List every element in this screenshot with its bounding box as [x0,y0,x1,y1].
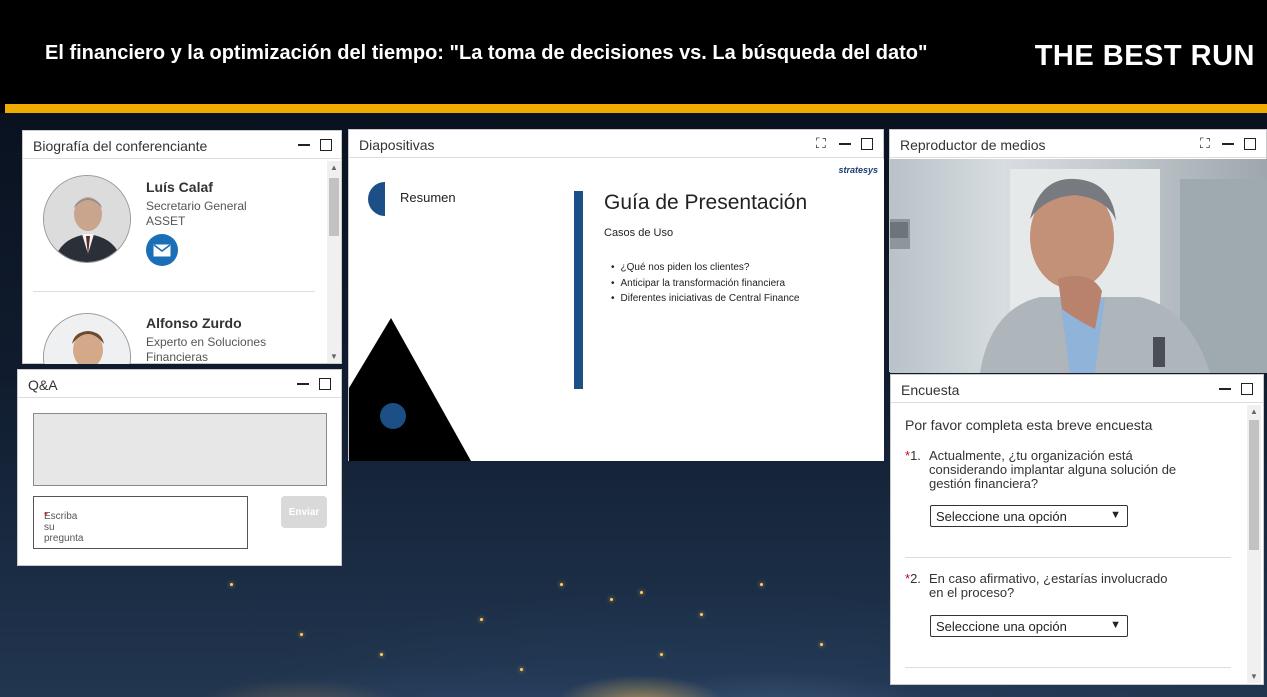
chevron-down-icon: ▼ [1110,509,1121,521]
accent-bar [5,104,1267,113]
maximize-icon[interactable] [319,378,331,390]
scroll-thumb[interactable] [1249,420,1259,550]
email-button[interactable] [146,234,178,266]
brand-logo: THE BEST RUN [1034,40,1255,72]
panel-header: Diapositivas ⛶ [349,130,883,158]
stratesys-logo: stratesys [838,165,878,175]
speaker-bio-panel: Biografía del conferenciante Luís Calaf … [22,130,342,364]
panel-header: Biografía del conferenciante [23,131,341,159]
slide-subheading: Casos de Uso [604,227,674,239]
survey-intro: Por favor completa esta breve encuesta [905,417,1153,433]
qa-messages-area [33,413,327,486]
slide-heading: Guía de Presentación [604,191,808,214]
panel-title: Q&A [28,377,58,393]
question-number: *2. [905,571,921,586]
speaker-list: Luís Calaf Secretario General ASSET Alfo… [33,161,327,364]
scroll-thumb[interactable] [329,178,339,236]
divider [33,291,315,292]
minimize-icon[interactable] [838,136,852,150]
panel-title: Biografía del conferenciante [33,138,208,154]
slide-accent-bar [574,191,583,389]
list-item: Anticipar la transformación financiera [611,276,800,292]
event-header: El financiero y la optimización del tiem… [0,0,1267,104]
speaker-role-line: Experto en Soluciones [146,335,267,349]
minimize-icon[interactable] [297,137,311,151]
send-button[interactable]: Enviar [281,496,327,528]
event-title: El financiero y la optimización del tiem… [45,42,928,64]
speaker-item: Alfonso Zurdo Experto en Soluciones Fina… [33,297,327,364]
question-input[interactable]: Escriba su pregunta * [33,496,248,549]
scroll-down-icon[interactable]: ▼ [1250,672,1258,681]
panel-title: Diapositivas [359,137,435,153]
list-item: ¿Qué nos piden los clientes? [611,260,800,276]
list-item: Diferentes iniciativas de Central Financ… [611,291,800,307]
half-circle-shape [368,182,385,216]
slide-summary-label: Resumen [400,190,456,205]
maximize-icon[interactable] [1241,383,1253,395]
maximize-icon[interactable] [861,138,873,150]
speaker-role-line: ASSET [146,214,186,228]
qa-panel: Q&A Escriba su pregunta * Enviar [17,369,342,566]
fullscreen-icon[interactable]: ⛶ [816,136,830,150]
question-2-select[interactable]: Seleccione una opción ▼ [930,615,1128,637]
panel-header: Reproductor de medios ⛶ [890,130,1266,158]
speaker-role-line: Financieras [146,350,209,364]
survey-panel: Encuesta Por favor completa esta breve e… [890,374,1264,685]
chevron-down-icon: ▼ [1110,619,1121,631]
minimize-icon[interactable] [1218,381,1232,395]
scrollbar[interactable]: ▲ ▼ [1247,405,1261,683]
fullscreen-icon[interactable]: ⛶ [1200,136,1214,150]
question-text: En caso afirmativo, ¿estarías involucrad… [929,571,1168,600]
maximize-icon[interactable] [320,139,332,151]
slide-bullet-list: ¿Qué nos piden los clientes? Anticipar l… [611,260,800,307]
panel-header: Q&A [18,370,341,398]
video-player[interactable] [890,159,1267,373]
speaker-item: Luís Calaf Secretario General ASSET [33,161,327,297]
minimize-icon[interactable] [296,376,310,390]
panel-title: Reproductor de medios [900,137,1046,153]
divider [905,557,1231,558]
divider [905,667,1231,668]
speaker-role-line: Secretario General [146,199,247,213]
question-1-select[interactable]: Seleccione una opción ▼ [930,505,1128,527]
speaker-name: Luís Calaf [146,179,213,195]
select-value: Seleccione una opción [936,619,1067,634]
slides-panel: Diapositivas ⛶ stratesys Resumen Guía de… [348,129,884,461]
scrollbar[interactable]: ▲ ▼ [327,161,341,363]
panel-title: Encuesta [901,382,960,398]
maximize-icon[interactable] [1244,138,1256,150]
current-slide: stratesys Resumen Guía de Presentación C… [349,159,884,461]
speaker-role: Secretario General ASSET [146,199,316,229]
speaker-name: Alfonso Zurdo [146,315,242,331]
panel-header: Encuesta [891,375,1263,403]
avatar [43,175,131,263]
question-text: Actualmente, ¿tu organización está consi… [929,448,1177,491]
triangle-shape [349,318,471,461]
question-number: *1. [905,448,921,463]
avatar [43,313,131,364]
scroll-down-icon[interactable]: ▼ [330,352,338,361]
minimize-icon[interactable] [1221,136,1235,150]
select-value: Seleccione una opción [936,509,1067,524]
scroll-up-icon[interactable]: ▲ [330,163,338,172]
speaker-role: Experto en Soluciones Financieras [146,335,316,364]
scroll-up-icon[interactable]: ▲ [1250,407,1258,416]
media-player-panel: Reproductor de medios ⛶ [889,129,1267,373]
mail-icon [153,243,171,256]
